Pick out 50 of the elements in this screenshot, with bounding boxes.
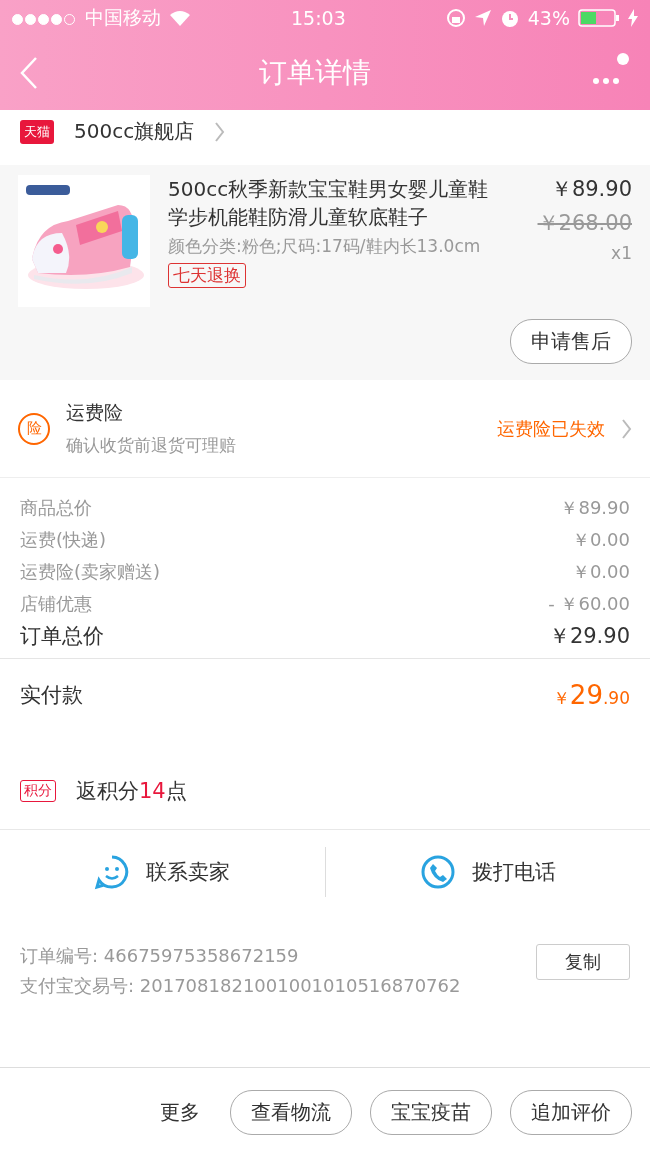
smiley-chat-icon <box>94 854 131 890</box>
points-text: 返积分14点 <box>76 778 187 805</box>
charging-bolt-icon <box>628 9 638 27</box>
return-policy-tag: 七天退换 <box>168 263 246 288</box>
order-action-button[interactable]: 宝宝疫苗 <box>370 1089 492 1135</box>
product-price: ￥89.90 <box>550 176 632 203</box>
clock-time: 15:03 <box>291 7 346 29</box>
original-price: ￥268.00 <box>537 210 632 237</box>
chevron-right-icon <box>621 417 632 440</box>
back-icon[interactable] <box>20 56 38 90</box>
chevron-right-icon <box>214 120 226 143</box>
cost-label: 商品总价 <box>20 496 92 520</box>
cost-value: ￥29.90 <box>548 623 630 650</box>
battery-percent: 43% <box>527 7 570 29</box>
location-arrow-icon <box>473 9 492 27</box>
shop-name[interactable]: 500cc旗舰店 <box>74 118 195 145</box>
cost-value: ￥0.00 <box>571 528 630 552</box>
phone-icon <box>419 854 456 890</box>
quantity: x1 <box>611 243 632 263</box>
rotation-lock-icon <box>445 8 466 28</box>
cost-label: 运费险(卖家赠送) <box>20 560 161 584</box>
cost-label: 订单总价 <box>20 623 104 650</box>
insurance-badge: 险 <box>18 412 50 445</box>
cost-value: - ￥60.00 <box>548 592 630 616</box>
paid-amount: ￥29.90 <box>552 680 630 710</box>
product-title[interactable]: 500cc秋季新款宝宝鞋男女婴儿童鞋学步机能鞋防滑儿童软底鞋子 <box>168 175 504 231</box>
order-action-button[interactable]: 查看物流 <box>230 1089 352 1135</box>
cost-label: 运费(快递) <box>20 528 107 552</box>
order-info-line: 支付宝交易号: 2017081821001001010516870762 <box>20 974 462 998</box>
cost-label: 店铺优惠 <box>20 592 92 616</box>
after-sales-button[interactable]: 申请售后 <box>510 319 632 364</box>
contact-action[interactable]: 拨打电话 <box>325 854 650 890</box>
tmall-badge: 天猫 <box>20 119 54 144</box>
carrier-name: 中国移动 <box>85 5 161 30</box>
copy-button[interactable]: 复制 <box>536 944 630 980</box>
cost-value: ￥0.00 <box>571 560 630 584</box>
page-title: 订单详情 <box>259 55 371 91</box>
cost-value: ￥89.90 <box>560 496 630 520</box>
product-spec: 颜色分类:粉色;尺码:17码/鞋内长13.0cm <box>168 235 482 257</box>
contact-action[interactable]: 联系卖家 <box>0 854 325 890</box>
order-action-button[interactable]: 追加评价 <box>510 1089 632 1135</box>
wifi-icon <box>169 10 191 26</box>
points-badge: 积分 <box>20 780 56 802</box>
paid-label: 实付款 <box>20 682 83 709</box>
more-link[interactable]: 更多 <box>160 1098 200 1126</box>
alarm-clock-icon <box>499 8 520 28</box>
insurance-title: 运费险 <box>66 400 124 425</box>
battery-icon <box>578 9 620 27</box>
order-info-line: 订单编号: 46675975358672159 <box>20 944 300 968</box>
insurance-subtitle: 确认收货前退货可理赔 <box>66 434 237 457</box>
